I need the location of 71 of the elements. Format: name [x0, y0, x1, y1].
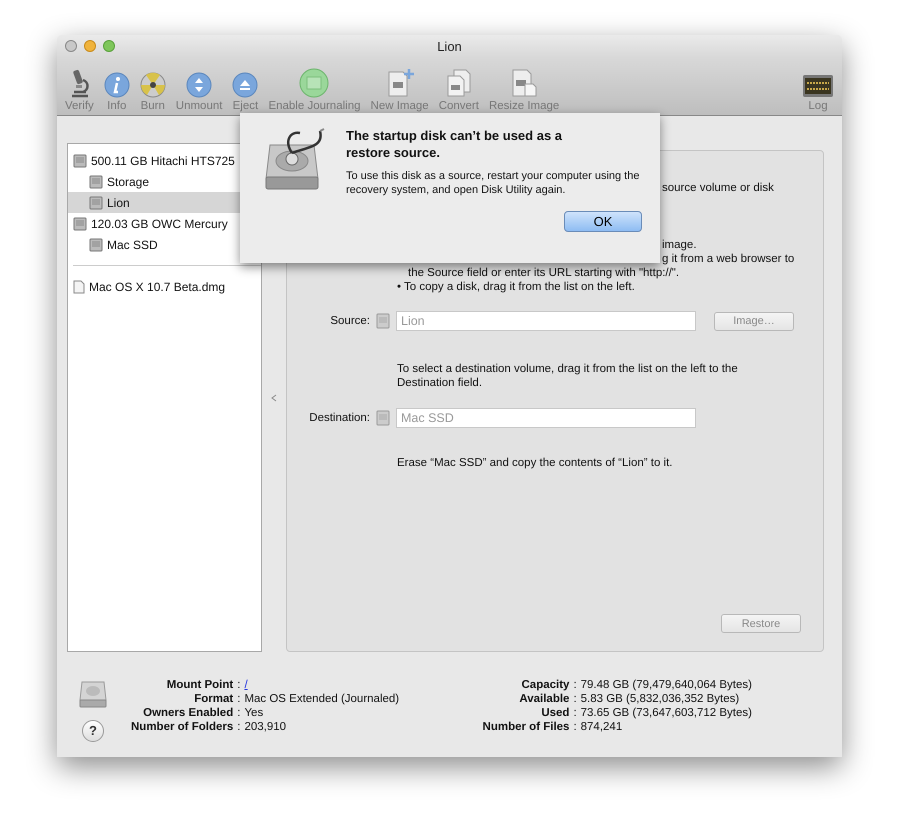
separator-text: :	[573, 706, 577, 720]
separator-text: :	[237, 720, 240, 734]
alert-title: The startup disk can’t be used as a restore source.	[346, 127, 564, 161]
log-icon	[802, 74, 834, 98]
info-value: Yes	[244, 706, 264, 720]
help-button[interactable]: ?	[82, 720, 104, 742]
ok-button[interactable]: OK	[564, 211, 642, 232]
source-label: Source:	[329, 315, 370, 327]
hard-drive-icon	[89, 196, 103, 210]
instruction-text: the Source field or enter its URL starting with "http://".	[408, 266, 680, 280]
log-toolbar-button[interactable]: Log	[800, 60, 836, 112]
hard-drive-icon	[376, 313, 390, 329]
restore-summary: Erase “Mac SSD” and copy the contents of “Lion” to it.	[397, 457, 674, 469]
disk-image-item[interactable]: Mac OS X 10.7 Beta.dmg	[68, 276, 261, 297]
burn-toolbar-button[interactable]: Burn	[138, 60, 168, 112]
window-title: Lion	[437, 38, 462, 54]
info-value: 203,910	[244, 720, 288, 734]
destination-hint: To select a destination volume, drag it from the list on the left to the Destination field.	[397, 362, 739, 390]
info-value: 5.83 GB (5,832,036,352 Bytes)	[580, 692, 740, 706]
instruction-text: • To copy a disk, drag it from the list on the left.	[397, 280, 636, 294]
info-label: Owners Enabled	[142, 706, 234, 720]
info-value: 73.65 GB (73,647,603,712 Bytes)	[580, 706, 752, 720]
image-button[interactable]: Image…	[714, 312, 794, 330]
info-label: Number of Folders	[131, 720, 234, 734]
info-value: 874,241	[580, 720, 624, 734]
info-label: Used	[540, 706, 570, 720]
separator-text: :	[237, 706, 240, 720]
verify-toolbar-button[interactable]: Verify	[63, 60, 96, 112]
hard-drive-icon	[89, 238, 103, 252]
alert-message: To use this disk as a source, restart your computer using the recovery system, and open Disk Utility again.	[346, 169, 640, 197]
separator-text: :	[237, 678, 240, 692]
instruction-text: image.	[662, 238, 698, 252]
info-value: Mac OS Extended (Journaled)	[244, 692, 400, 706]
radiation-icon	[140, 72, 166, 98]
info-label: Number of Files	[482, 720, 570, 734]
journal-toolbar-button[interactable]: Enable Journaling	[266, 60, 363, 112]
destination-label: Destination:	[308, 412, 370, 424]
eject-toolbar-button[interactable]: Eject	[230, 60, 260, 112]
info-icon	[104, 72, 130, 98]
convert-toolbar-button[interactable]: Convert	[436, 60, 481, 112]
minimize-button[interactable]	[84, 40, 96, 52]
instruction-text: source volume or disk	[662, 181, 775, 195]
hard-drive-icon	[89, 174, 103, 188]
up-down-arrows-icon	[186, 72, 212, 98]
info-label: Capacity	[520, 678, 570, 692]
mount-point-link[interactable]: /	[244, 678, 424, 692]
hard-drive-icon	[73, 154, 87, 168]
disc-icon	[297, 68, 332, 98]
zoom-button[interactable]	[103, 40, 115, 52]
separator-text: :	[237, 692, 240, 706]
info-toolbar-button[interactable]: Info	[102, 60, 132, 112]
info-label: Available	[518, 692, 570, 706]
splitter-handle-icon[interactable]	[271, 394, 277, 402]
info-label: Mount Point	[166, 678, 234, 692]
separator-text: :	[573, 692, 577, 706]
separator-text: :	[573, 678, 577, 692]
document-icon	[73, 280, 85, 294]
destination-field[interactable]: Mac SSD	[396, 408, 696, 428]
resize-toolbar-button[interactable]: Resize Image	[486, 60, 562, 112]
separator-text: :	[573, 720, 577, 734]
close-button[interactable]	[65, 40, 77, 52]
hard-drive-icon	[73, 216, 87, 230]
hard-drive-icon	[376, 410, 390, 426]
newimage-toolbar-button[interactable]: New Image	[368, 60, 431, 112]
instruction-text: g it from a web browser to	[662, 252, 796, 266]
unmount-toolbar-button[interactable]: Unmount	[174, 60, 224, 112]
restore-button[interactable]: Restore	[721, 614, 801, 633]
eject-icon	[232, 72, 258, 98]
source-field[interactable]: Lion	[396, 311, 696, 331]
info-label: Format	[193, 692, 234, 706]
info-value: 79.48 GB (79,479,640,064 Bytes)	[580, 678, 752, 692]
